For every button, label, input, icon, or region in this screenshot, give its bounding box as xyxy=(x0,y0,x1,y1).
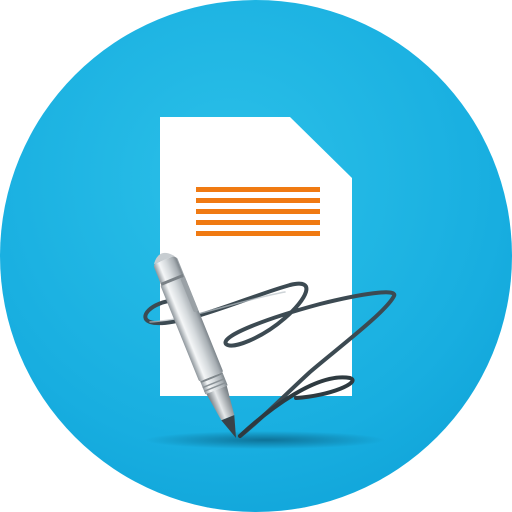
document-signing-app-icon[interactable] xyxy=(0,0,512,512)
pen-shadow xyxy=(145,431,385,449)
